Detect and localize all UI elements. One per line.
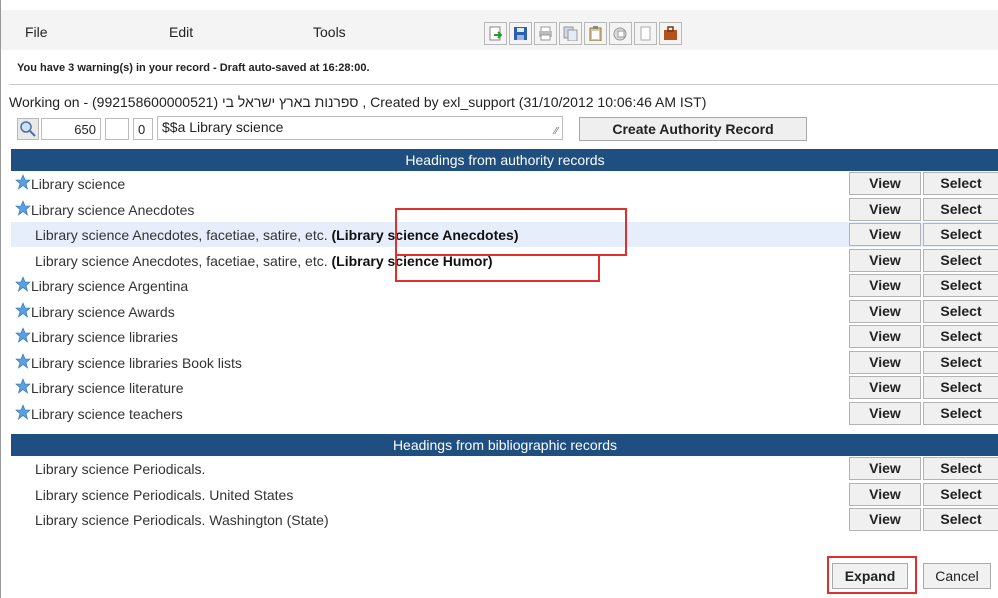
table-row: Library science libraries View Select: [11, 324, 998, 349]
select-button[interactable]: Select: [923, 325, 998, 348]
select-button[interactable]: Select: [923, 223, 998, 246]
authorized-star-icon: [15, 199, 31, 219]
briefcase-icon[interactable]: [659, 22, 682, 45]
heading-text: Library science: [31, 176, 126, 192]
heading-label: Library science Anecdotes: [31, 202, 194, 218]
select-button[interactable]: Select: [923, 508, 998, 531]
view-button[interactable]: View: [849, 508, 921, 531]
table-row: Library science View Select: [11, 171, 998, 196]
heading-text: Library science Argentina: [31, 278, 189, 294]
annotation-highlight-box: [395, 254, 600, 282]
select-button[interactable]: Select: [923, 401, 998, 425]
select-button[interactable]: Select: [923, 482, 998, 506]
indicator-2-input[interactable]: 0: [133, 118, 153, 140]
heading-label: Library science Periodicals. Washington …: [35, 512, 329, 528]
authorized-star-icon: [15, 403, 31, 423]
authority-browse-window: File Edit Tools You have 3 warning(s) in…: [0, 0, 998, 598]
view-button[interactable]: View: [849, 197, 921, 221]
view-button[interactable]: View: [849, 248, 921, 272]
heading-text: Library science teachers: [31, 405, 183, 422]
authorized-star-icon: [15, 378, 31, 397]
menu-bar: File Edit Tools: [1, 10, 998, 50]
table-row: Library science literature View Select: [11, 375, 998, 400]
table-row: Library science Periodicals. United Stat…: [11, 482, 998, 507]
view-button[interactable]: View: [849, 325, 921, 348]
heading-text: Library science Periodicals. Washington …: [35, 512, 329, 528]
heading-text: Library science Periodicals.: [35, 461, 206, 477]
save-icon[interactable]: [509, 22, 532, 45]
view-button[interactable]: View: [849, 172, 921, 195]
select-button[interactable]: Select: [923, 350, 998, 374]
table-row: Library science teachers View Select: [11, 401, 998, 426]
warning-message: You have 3 warning(s) in your record - D…: [17, 62, 370, 74]
select-button[interactable]: Select: [923, 197, 998, 221]
annotation-highlight-box: [395, 208, 627, 256]
heading-text: Library science literature: [31, 380, 184, 396]
authorized-star-icon: [15, 174, 31, 193]
create-authority-record-button[interactable]: Create Authority Record: [579, 117, 807, 141]
heading-label: Library science Periodicals. United Stat…: [35, 487, 293, 503]
copy-icon[interactable]: [559, 22, 582, 45]
table-row: Library science Periodicals. Washington …: [11, 507, 998, 532]
heading-label: Library science libraries: [31, 329, 178, 345]
add-record-icon[interactable]: [484, 22, 507, 45]
indicator-1-input[interactable]: [105, 118, 129, 140]
heading-text: Library science Anecdotes: [31, 201, 195, 218]
clipboard-icon[interactable]: [584, 22, 607, 45]
blank-page-icon[interactable]: [634, 22, 657, 45]
working-on-line: Working on - (992158600000521) ספרנות בא…: [9, 94, 707, 110]
authority-section-header: Headings from authority records: [11, 149, 998, 171]
heading-label: Library science: [31, 176, 125, 192]
heading-text: Library science Awards: [31, 303, 175, 320]
search-icon[interactable]: [17, 118, 39, 140]
resize-handle-icon[interactable]: ⁄⁄: [555, 126, 558, 137]
stack-icon[interactable]: [609, 22, 632, 45]
bibliographic-section-header: Headings from bibliographic records: [11, 434, 998, 456]
view-button[interactable]: View: [849, 274, 921, 297]
heading-text: Library science Periodicals. United Stat…: [35, 486, 294, 503]
select-button[interactable]: Select: [923, 376, 998, 399]
cancel-button[interactable]: Cancel: [923, 563, 991, 589]
divider: [9, 84, 998, 85]
menu-tools[interactable]: Tools: [313, 24, 346, 40]
table-row: Library science Awards View Select: [11, 299, 998, 324]
field-tag-input[interactable]: 650: [41, 118, 101, 140]
select-button[interactable]: Select: [923, 248, 998, 272]
view-button[interactable]: View: [849, 376, 921, 399]
heading-text: Library science Anecdotes, facetiae, sat…: [35, 252, 328, 269]
select-button[interactable]: Select: [923, 457, 998, 480]
heading-label: Library science Awards: [31, 304, 175, 320]
heading-label: Library science libraries Book lists: [31, 355, 242, 371]
authorized-star-icon: [15, 301, 31, 321]
heading-text: Library science libraries: [31, 329, 179, 345]
table-row: Library science libraries Book lists View…: [11, 350, 998, 375]
view-button[interactable]: View: [849, 482, 921, 506]
heading-label: Library science literature: [31, 380, 184, 396]
heading-label: Library science Periodicals.: [35, 461, 205, 477]
menu-edit[interactable]: Edit: [169, 24, 193, 40]
select-button[interactable]: Select: [923, 172, 998, 195]
menu-file[interactable]: File: [25, 24, 48, 40]
select-button[interactable]: Select: [923, 274, 998, 297]
subfield-textarea[interactable]: $$a Library science ⁄⁄: [157, 116, 563, 140]
authorized-star-icon: [15, 276, 31, 295]
authorized-star-icon: [15, 352, 31, 372]
subfield-text: $$a Library science: [162, 119, 284, 135]
select-button[interactable]: Select: [923, 299, 998, 323]
view-button[interactable]: View: [849, 223, 921, 246]
authorized-star-icon: [15, 327, 31, 346]
heading-label: Library science teachers: [31, 406, 183, 422]
table-row: Library science Periodicals. View Select: [11, 456, 998, 481]
heading-text: Library science libraries Book lists: [31, 354, 242, 371]
expand-button[interactable]: Expand: [832, 563, 908, 589]
view-button[interactable]: View: [849, 401, 921, 425]
view-button[interactable]: View: [849, 350, 921, 374]
heading-text: Library science Anecdotes, facetiae, sat…: [35, 227, 328, 243]
print-icon[interactable]: [534, 22, 557, 45]
heading-label: Library science Argentina: [31, 278, 188, 294]
view-button[interactable]: View: [849, 299, 921, 323]
view-button[interactable]: View: [849, 457, 921, 480]
